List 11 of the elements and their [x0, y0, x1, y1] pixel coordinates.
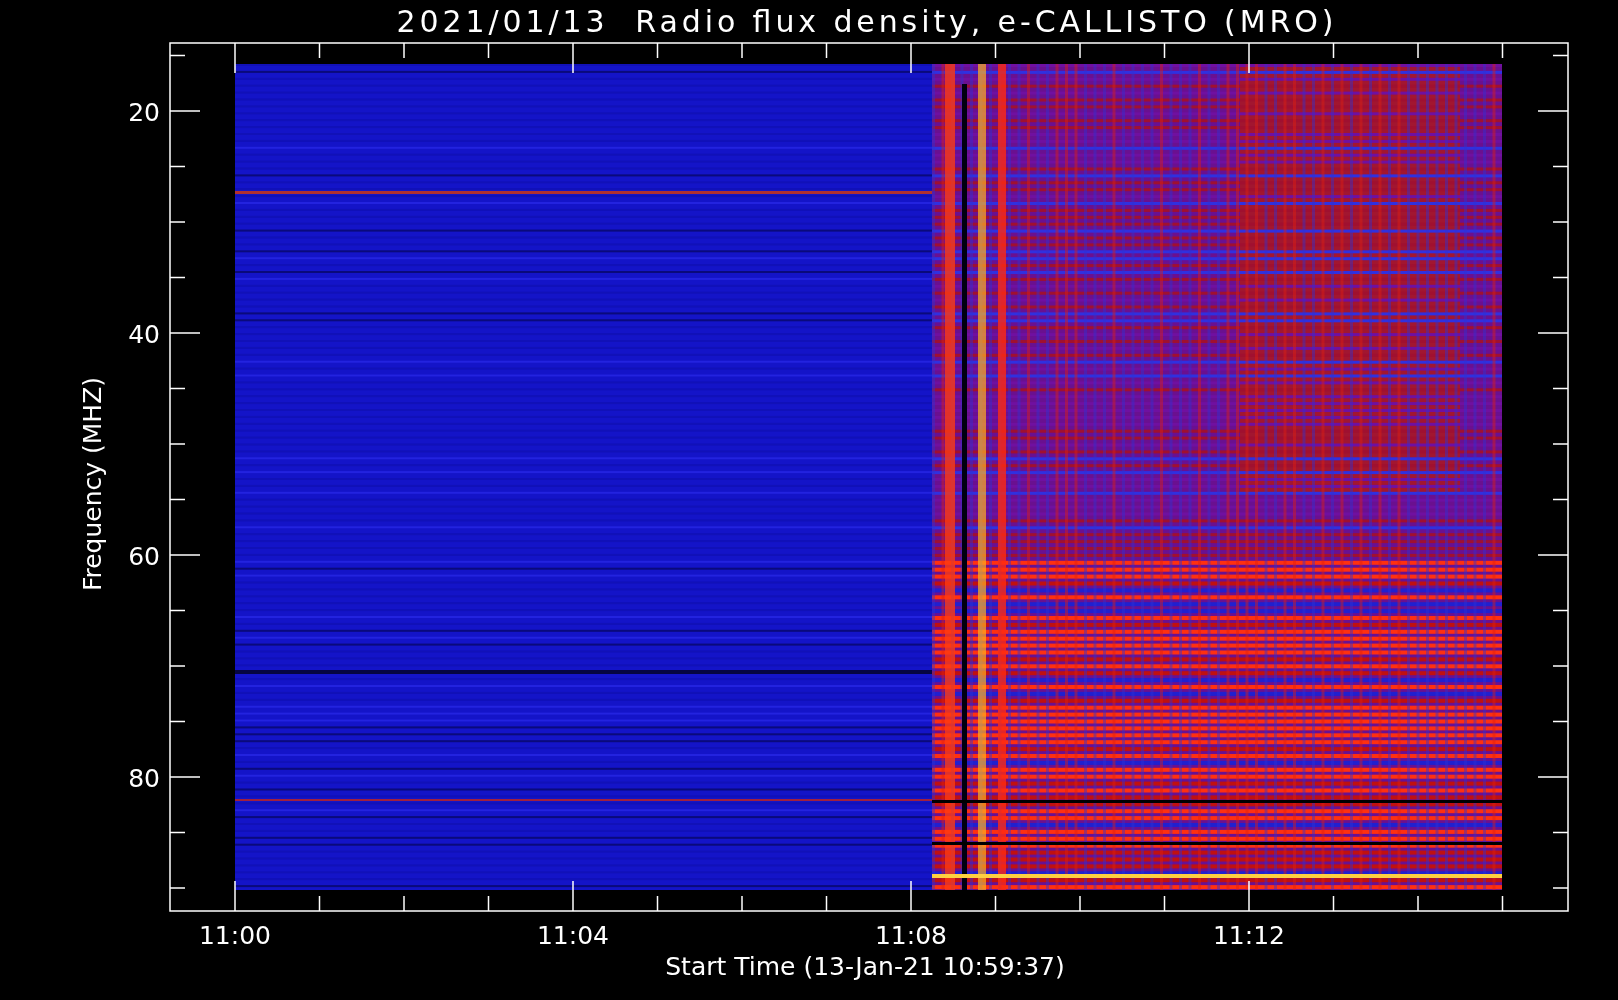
x-tick-label: 11:12: [1213, 921, 1285, 950]
x-tick-label: 11:08: [875, 921, 947, 950]
y-tick-label: 80: [128, 764, 160, 793]
x-tick-label: 11:00: [199, 921, 271, 950]
y-tick-label: 40: [128, 320, 160, 349]
y-tick-label: 60: [128, 542, 160, 571]
x-tick-label: 11:04: [537, 921, 609, 950]
plot-title: 2021/01/13 Radio flux density, e-CALLISTO (MRO): [396, 4, 1334, 39]
y-tick-label: 20: [128, 98, 160, 127]
y-axis-label: Frequency (MHZ): [78, 376, 107, 592]
x-axis-label: Start Time (13-Jan-21 10:59:37): [665, 952, 1065, 981]
